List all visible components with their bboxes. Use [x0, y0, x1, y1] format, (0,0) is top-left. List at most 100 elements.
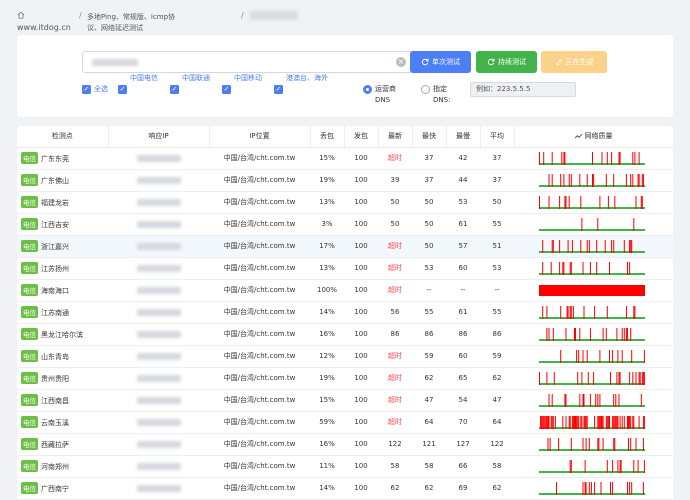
loss-spike	[578, 416, 580, 429]
loss-spike	[583, 306, 585, 319]
isp-badge: 电信	[21, 262, 38, 274]
node-name: 浙江嘉兴	[41, 243, 69, 251]
table-row[interactable]: 电信 河南郑州 中国/台湾/cht.com.tw 11% 100 58 58 66 58	[17, 455, 673, 478]
table-row[interactable]: 电信 广东东莞 中国/台湾/cht.com.tw 15% 100 超时 37 42 37	[17, 147, 673, 170]
col-header-loss[interactable]: 丢包	[310, 126, 345, 148]
col-header-latest[interactable]: 最新	[378, 126, 413, 148]
home-icon[interactable]	[17, 11, 25, 19]
cell-quality	[514, 367, 673, 390]
single-test-button[interactable]: 单次测试	[410, 51, 471, 73]
col-header-ip[interactable]: 响应IP	[108, 126, 210, 148]
isp-badge: 电信	[21, 416, 38, 428]
cell-node: 电信 广东佛山	[17, 169, 108, 192]
table-row[interactable]: 电信 浙江嘉兴 中国/台湾/cht.com.tw 17% 100 超时 50 57 51	[17, 235, 673, 258]
checkbox-mobile[interactable]: ✓	[222, 85, 231, 94]
cell-quality	[514, 147, 673, 170]
loss-spike	[579, 394, 581, 407]
loss-spike	[618, 152, 620, 165]
table-row[interactable]: 电信 福建龙岩 中国/台湾/cht.com.tw 13% 100 50 50 53 50	[17, 191, 673, 214]
loss-spike	[615, 394, 617, 407]
cell-ip	[108, 345, 209, 368]
loss-spike	[642, 438, 644, 451]
loss-spike	[570, 438, 572, 451]
col-header-slowest[interactable]: 最慢	[446, 126, 481, 148]
loss-spike	[598, 438, 600, 451]
cell-slowest: 61	[446, 301, 480, 324]
loss-spike	[634, 306, 636, 319]
cell-ip	[108, 235, 209, 258]
loss-spike	[599, 394, 601, 407]
table-row[interactable]: 电信 山东青岛 中国/台湾/cht.com.tw 12% 100 超时 59 60 59	[17, 345, 673, 368]
loss-spike	[569, 460, 571, 473]
breadcrumb-current-tool[interactable]: 多地Ping、常规版、Icmp协议、网络延迟测试	[87, 12, 187, 34]
loss-spike	[631, 482, 633, 495]
continuous-test-button[interactable]: 持续测试	[476, 51, 537, 73]
table-row[interactable]: 电信 西藏拉萨 中国/台湾/cht.com.tw 16% 100 122 121 127 122	[17, 433, 673, 456]
table-row[interactable]: 电信 江苏扬州 中国/台湾/cht.com.tw 13% 100 超时 53 60 53	[17, 257, 673, 280]
cell-fastest: 37	[412, 169, 446, 192]
dns-input[interactable]: 例如：223.5.5.5	[470, 82, 576, 97]
checkbox-label: 港澳台、海外	[286, 74, 328, 82]
loss-spike	[592, 174, 593, 187]
cell-slowest: 69	[446, 477, 480, 500]
table-row[interactable]: 电信 海南海口 中国/台湾/cht.com.tw 100% 100 超时 -- -- --	[17, 279, 673, 302]
cell-node: 电信 江西南昌	[17, 389, 108, 412]
cell-node: 电信 河南郑州	[17, 455, 108, 478]
loss-spike	[559, 240, 561, 253]
loss-spike	[558, 438, 560, 451]
radio-custom-dns[interactable]	[421, 85, 430, 94]
table-row[interactable]: 电信 贵州贵阳 中国/台湾/cht.com.tw 19% 100 超时 62 65 62	[17, 367, 673, 390]
loss-spike	[610, 372, 611, 385]
col-header-sent[interactable]: 发包	[344, 126, 379, 148]
table-row[interactable]: 电信 云南玉溪 中国/台湾/cht.com.tw 59% 100 超时 64 70 64	[17, 411, 673, 434]
cell-sent: 100	[344, 213, 378, 236]
host-input[interactable]: ×	[82, 51, 413, 73]
table-row[interactable]: 电信 江西南昌 中国/台湾/cht.com.tw 15% 100 超时 47 54 47	[17, 389, 673, 412]
loss-spike	[643, 416, 645, 429]
col-header-average[interactable]: 平均	[480, 126, 515, 148]
cell-ip	[108, 191, 209, 214]
cell-latest: 超时	[378, 367, 412, 390]
generating-button[interactable]: 正在生成	[541, 51, 607, 73]
checkbox-unicom[interactable]: ✓	[170, 85, 179, 94]
loss-spike	[605, 416, 607, 429]
loss-spike	[633, 306, 635, 319]
col-header-location[interactable]: IP位置	[209, 126, 311, 148]
clear-icon[interactable]: ×	[396, 57, 406, 67]
checkbox-select-all[interactable]: ✓	[82, 85, 91, 94]
cell-node: 电信 黑龙江哈尔滨	[17, 323, 108, 346]
cell-sent: 100	[344, 323, 378, 346]
table-row[interactable]: 电信 江苏南通 中国/台湾/cht.com.tw 14% 100 56 55 61 55	[17, 301, 673, 324]
loss-spike	[540, 416, 542, 429]
cell-slowest: 127	[446, 433, 480, 456]
loss-spike	[575, 328, 576, 341]
loss-spike	[570, 262, 572, 275]
site-link[interactable]: www.itdog.cn	[17, 23, 71, 32]
col-header-node[interactable]: 检测点	[17, 126, 109, 148]
cell-quality	[514, 389, 673, 412]
loss-spike	[632, 152, 634, 165]
loss-spike	[641, 372, 643, 385]
cell-latest: 50	[378, 191, 412, 214]
checkbox-overseas[interactable]: ✓	[274, 85, 283, 94]
cell-average: 37	[480, 169, 514, 192]
checkbox-telecom[interactable]: ✓	[118, 85, 127, 94]
table-row[interactable]: 电信 广西南宁 中国/台湾/cht.com.tw 14% 100 62 62 69 62	[17, 477, 673, 500]
loss-spike	[542, 262, 544, 275]
table-row[interactable]: 电信 黑龙江哈尔滨 中国/台湾/cht.com.tw 16% 100 86 86 86 86	[17, 323, 673, 346]
cell-slowest: 86	[446, 323, 480, 346]
node-name: 广东东莞	[41, 155, 69, 163]
results-table: 检测点 响应IP IP位置 丢包 发包 最新 最快 最慢 平均 网络质量 电信广…	[17, 126, 673, 500]
radio-isp-dns[interactable]	[363, 85, 372, 94]
loss-spike	[568, 196, 570, 209]
loss-spike	[600, 416, 602, 429]
col-header-fastest[interactable]: 最快	[412, 126, 447, 148]
loss-spike	[643, 372, 645, 385]
col-header-quality[interactable]: 网络质量	[514, 126, 673, 148]
table-row[interactable]: 电信 广东佛山 中国/台湾/cht.com.tw 19% 100 39 37 44 37	[17, 169, 673, 192]
cell-node: 电信 江苏扬州	[17, 257, 108, 280]
table-row[interactable]: 电信 江西吉安 中国/台湾/cht.com.tw 3% 100 50 50 61 55	[17, 213, 673, 236]
cell-loss: 15%	[310, 147, 344, 170]
loss-spike	[625, 328, 627, 341]
loss-spike	[576, 416, 578, 429]
